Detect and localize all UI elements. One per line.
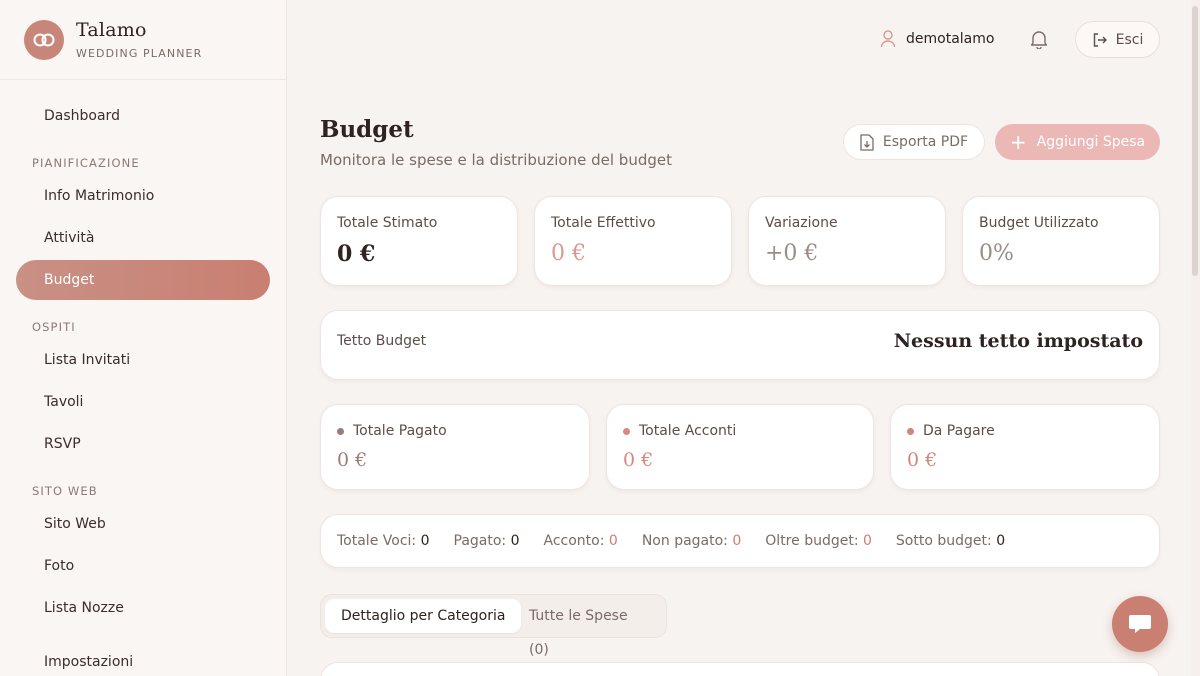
sidebar-item-tavoli[interactable]: Tavoli: [0, 382, 270, 422]
sidebar-item-attivita[interactable]: Attività: [0, 218, 270, 258]
stat-label: Budget Utilizzato: [979, 215, 1099, 231]
export-pdf-button[interactable]: Esporta PDF: [843, 124, 985, 160]
status-dot: [337, 427, 344, 435]
stat-card-variazione: Variazione +0 €: [748, 196, 946, 286]
sidebar-item-lista-nozze[interactable]: Lista Nozze: [0, 588, 270, 628]
user-icon: [880, 30, 896, 48]
sidebar-nav: Dashboard PIANIFICAZIONE Info Matrimonio…: [0, 80, 286, 676]
stat-card-budget-utilizzato: Budget Utilizzato 0%: [962, 196, 1160, 286]
tab-tutte-spese[interactable]: Tutte le Spese (0): [513, 599, 666, 658]
budget-cap-value: Nessun tetto impostato: [893, 330, 1143, 352]
sidebar-item-sito-web[interactable]: Sito Web: [0, 504, 270, 544]
summary-acconto: Acconto: 0: [543, 533, 618, 549]
summary-pagato: Pagato: 0: [453, 533, 520, 549]
user-menu[interactable]: demotalamo: [880, 30, 994, 48]
payment-value: 0 €: [623, 449, 654, 471]
bell-icon[interactable]: [1030, 29, 1048, 53]
summary-oltre-budget: Oltre budget: 0: [765, 533, 872, 549]
stat-value: 0%: [979, 241, 1014, 266]
stat-value: 0 €: [551, 241, 586, 266]
view-tabs: Dettaglio per Categoria Tutte le Spese (…: [320, 594, 667, 658]
brand-name: Talamo: [76, 19, 147, 41]
export-pdf-label: Esporta PDF: [882, 134, 969, 150]
payment-value: 0 €: [337, 449, 368, 471]
brand-subtitle: WEDDING PLANNER: [76, 47, 203, 60]
stat-label: Variazione: [765, 215, 838, 231]
summary-sotto-budget: Sotto budget: 0: [895, 533, 1006, 549]
rings-icon: [24, 19, 64, 60]
sidebar-item-budget[interactable]: Budget: [16, 260, 270, 300]
summary-non-pagato: Non pagato: 0: [641, 533, 742, 549]
sidebar-item-foto[interactable]: Foto: [0, 546, 270, 586]
stat-card-totale-stimato: Totale Stimato 0 €: [320, 196, 518, 286]
sidebar-item-info-matrimonio[interactable]: Info Matrimonio: [0, 176, 270, 216]
status-dot: [623, 427, 630, 435]
status-dot: [907, 427, 914, 435]
summary-totale-voci: Totale Voci: 0: [337, 533, 430, 549]
payment-card-totale-pagato: Totale Pagato 0 €: [320, 404, 590, 490]
chat-button[interactable]: [1112, 596, 1168, 652]
section-pianificazione: PIANIFICAZIONE: [32, 156, 140, 170]
file-download-icon: [860, 133, 874, 151]
chat-icon: [1129, 615, 1151, 633]
topbar: demotalamo Esci: [288, 0, 1200, 80]
page-subtitle: Monitora le spese e la distribuzione del…: [320, 151, 672, 169]
summary-bar: Totale Voci: 0 Pagato: 0 Acconto: 0 Non …: [320, 514, 1160, 568]
section-ospiti: OSPITI: [32, 320, 76, 334]
tab-dettaglio-categoria[interactable]: Dettaglio per Categoria: [325, 599, 522, 633]
username: demotalamo: [906, 31, 995, 47]
sidebar-item-lista-invitati[interactable]: Lista Invitati: [0, 340, 270, 380]
stat-label: Totale Stimato: [337, 215, 438, 231]
sidebar: Talamo WEDDING PLANNER Dashboard PIANIFI…: [0, 0, 287, 676]
scrollbar-thumb[interactable]: [1192, 6, 1198, 276]
category-detail-card: [320, 662, 1160, 676]
stat-card-totale-effettivo: Totale Effettivo 0 €: [534, 196, 732, 286]
brand-header[interactable]: Talamo WEDDING PLANNER: [0, 0, 286, 80]
payment-value: 0 €: [907, 449, 938, 471]
payment-card-totale-acconti: Totale Acconti 0 €: [606, 404, 874, 490]
add-expense-button[interactable]: + Aggiungi Spesa: [995, 124, 1160, 160]
budget-cap-label: Tetto Budget: [337, 333, 427, 349]
payment-label: Totale Acconti: [639, 423, 737, 439]
sidebar-item-dashboard[interactable]: Dashboard: [0, 96, 270, 136]
sidebar-item-rsvp[interactable]: RSVP: [0, 424, 270, 464]
logout-button[interactable]: Esci: [1075, 21, 1160, 58]
page-title: Budget: [320, 116, 414, 143]
plus-icon: +: [1009, 130, 1027, 154]
payment-label: Totale Pagato: [353, 423, 447, 439]
payment-card-da-pagare: Da Pagare 0 €: [890, 404, 1160, 490]
add-expense-label: Aggiungi Spesa: [1036, 134, 1146, 150]
budget-cap-card[interactable]: Tetto Budget Nessun tetto impostato: [320, 310, 1160, 380]
logout-icon: [1093, 32, 1107, 47]
stat-value: 0 €: [337, 241, 376, 267]
main-content: Budget Monitora le spese e la distribuzi…: [288, 80, 1192, 676]
section-sito-web: SITO WEB: [32, 484, 98, 498]
payment-label: Da Pagare: [923, 423, 995, 439]
sidebar-item-impostazioni[interactable]: Impostazioni: [0, 642, 270, 676]
stat-label: Totale Effettivo: [551, 215, 656, 231]
logout-label: Esci: [1115, 31, 1144, 48]
stat-value: +0 €: [765, 241, 819, 266]
